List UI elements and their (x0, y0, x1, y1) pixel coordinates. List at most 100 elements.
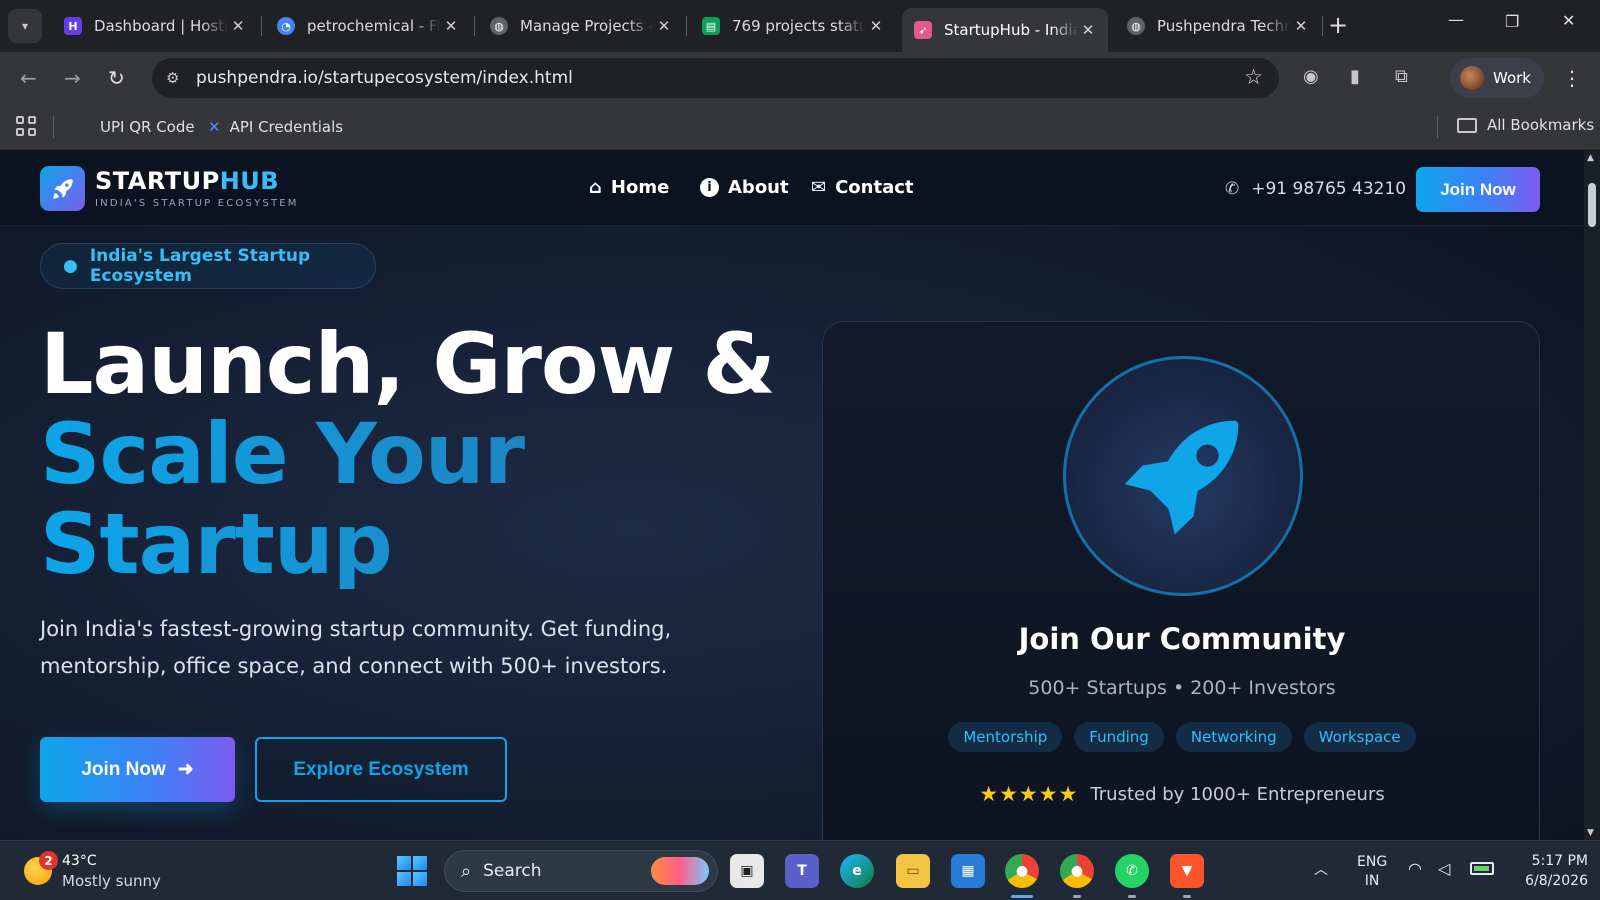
rocket-icon (1063, 356, 1303, 596)
window-close-icon[interactable]: ✕ (1562, 11, 1575, 30)
explore-ecosystem-button[interactable]: Explore Ecosystem (255, 737, 507, 802)
tab-projects-status[interactable]: ▤ 769 projects status ✕ (690, 8, 896, 44)
tab-title: petrochemical - Files (307, 17, 441, 35)
weather-widget[interactable]: 2 43°C Mostly sunny (24, 851, 161, 891)
wifi-icon[interactable]: ◠ (1408, 859, 1422, 878)
address-bar[interactable]: ⚙ pushpendra.io/startupecosystem/index.h… (152, 58, 1279, 98)
reload-icon[interactable]: ↻ (108, 66, 125, 90)
nav-contact[interactable]: ✉ Contact (811, 177, 914, 198)
envelope-icon: ✉ (811, 177, 827, 198)
volume-icon[interactable]: ◁ (1438, 859, 1450, 878)
chrome-icon[interactable]: ● (1060, 854, 1094, 898)
tab-manage-projects[interactable]: ◍ Manage Projects - ✕ (478, 8, 684, 44)
profile-button[interactable]: Work (1450, 58, 1544, 98)
community-card: Join Our Community 500+ Startups • 200+ … (822, 321, 1540, 840)
apps-grid-icon[interactable] (16, 116, 36, 136)
sheets-icon: ▤ (702, 17, 720, 35)
forward-arrow-icon[interactable]: → (64, 66, 81, 90)
join-now-header-button[interactable]: Join Now (1416, 167, 1540, 212)
windows-start-icon[interactable] (397, 856, 427, 886)
bookmark-upi-qr[interactable]: UPI QR Code (100, 118, 195, 136)
nav-about[interactable]: i About (700, 177, 789, 198)
new-tab-plus-icon[interactable]: + (1328, 10, 1348, 40)
edge-icon[interactable]: e (840, 854, 874, 888)
tag-networking: Networking (1175, 722, 1292, 752)
chrome-work-icon[interactable]: ● (1005, 854, 1039, 898)
back-arrow-icon[interactable]: ← (20, 66, 37, 90)
close-icon[interactable]: ✕ (228, 17, 248, 35)
close-icon[interactable]: ✕ (1078, 21, 1098, 39)
close-icon[interactable]: ✕ (1291, 17, 1311, 35)
phone-icon: ✆ (1225, 179, 1240, 199)
profile-label: Work (1493, 69, 1531, 87)
taskbar-search[interactable]: ⌕ Search (444, 850, 718, 892)
info-icon: i (700, 178, 719, 197)
tab-title: Manage Projects - (520, 17, 654, 35)
close-icon[interactable]: ✕ (866, 17, 886, 35)
hero-headline: Launch, Grow & Scale Your Startup (40, 315, 776, 593)
phone-number[interactable]: ✆ +91 98765 43210 (1225, 179, 1406, 199)
brand-name[interactable]: STARTUPHUB (95, 167, 279, 195)
star-rating-icon: ★★★★★ (979, 782, 1079, 806)
site-header: STARTUPHUB INDIA'S STARTUP ECOSYSTEM ⌂ H… (0, 151, 1584, 226)
tab-pushpendra[interactable]: ◍ Pushpendra Technologies ✕ (1115, 8, 1321, 44)
system-clock[interactable]: 5:17 PM 6/8/2026 (1508, 851, 1588, 891)
close-icon[interactable]: ✕ (441, 17, 461, 35)
battery-icon[interactable] (1470, 862, 1494, 875)
teams-icon[interactable]: T (785, 854, 819, 888)
drive-icon: ◔ (277, 17, 295, 35)
site-info-icon[interactable]: ⚙ (166, 69, 186, 87)
task-view-icon[interactable]: ▣ (730, 854, 764, 888)
tab-search-chevron-icon[interactable]: ▾ (8, 9, 42, 43)
all-bookmarks-button[interactable]: All Bookmarks (1457, 116, 1594, 134)
home-icon: ⌂ (589, 177, 602, 198)
tag-workspace: Workspace (1303, 722, 1416, 752)
close-icon[interactable]: ✕ (654, 17, 674, 35)
tag-funding: Funding (1074, 722, 1164, 752)
tab-startuphub[interactable]: ➶ StartupHub - India ✕ (902, 8, 1108, 52)
extension-doc-icon[interactable]: ▮ (1350, 66, 1360, 87)
language-indicator[interactable]: ENG IN (1357, 853, 1387, 891)
browser-tab-strip: ▾ H Dashboard | Hostinger ✕ ◔ petrochemi… (0, 0, 1600, 52)
page-viewport: STARTUPHUB INDIA'S STARTUP ECOSYSTEM ⌂ H… (0, 151, 1584, 840)
minimize-icon[interactable]: — (1448, 10, 1464, 29)
nav-home[interactable]: ⌂ Home (589, 177, 669, 198)
page-scrollbar[interactable]: ▲ ▼ (1584, 151, 1600, 840)
notification-badge: 2 (39, 851, 58, 870)
taskbar: 2 43°C Mostly sunny ⌕ Search ▣ T e ▭ ▦ ●… (0, 840, 1600, 900)
folder-icon (1457, 117, 1477, 133)
restore-icon[interactable]: ❐ (1505, 12, 1519, 31)
tab-title: 769 projects status (732, 17, 866, 35)
brave-icon[interactable]: ▼ (1170, 854, 1204, 898)
scrollbar-thumb[interactable] (1588, 183, 1596, 227)
whatsapp-icon[interactable]: ✆ (1115, 854, 1149, 898)
arrow-right-icon: ➜ (177, 759, 194, 780)
globe-icon: ◍ (1127, 17, 1145, 35)
tab-title: StartupHub - India (944, 21, 1078, 39)
screenshot-camera-icon[interactable]: ◉ (1303, 66, 1319, 87)
join-now-hero-button[interactable]: Join Now ➜ (40, 737, 235, 802)
scroll-up-icon[interactable]: ▲ (1587, 153, 1594, 163)
tab-hostinger[interactable]: H Dashboard | Hostinger ✕ (52, 8, 258, 44)
community-stats: 500+ Startups • 200+ Investors (1028, 677, 1336, 699)
url-text[interactable]: pushpendra.io/startupecosystem/index.htm… (196, 68, 573, 88)
search-icon: ⌕ (461, 860, 472, 882)
bookmark-api-credentials[interactable]: ✕ API Credentials (208, 118, 343, 136)
avatar (1460, 66, 1484, 90)
tab-title: Dashboard | Hostinger (94, 17, 228, 35)
browser-toolbar: ← → ↻ ⚙ pushpendra.io/startupecosystem/i… (0, 52, 1600, 104)
tag-mentorship: Mentorship (948, 722, 1063, 752)
tray-expand-chevron-icon[interactable]: ︿ (1314, 859, 1328, 879)
tab-petrochemical[interactable]: ◔ petrochemical - Files ✕ (265, 8, 471, 44)
extensions-puzzle-icon[interactable]: ⧉ (1395, 66, 1408, 87)
microsoft-store-icon[interactable]: ▦ (951, 854, 985, 888)
logo-rocket-icon[interactable] (40, 166, 85, 211)
globe-icon: ◍ (490, 17, 508, 35)
scroll-down-icon[interactable]: ▼ (1587, 828, 1594, 838)
hostinger-icon: H (64, 17, 82, 35)
more-menu-icon[interactable]: ⋮ (1562, 66, 1582, 90)
sun-icon: 2 (24, 851, 58, 885)
file-explorer-icon[interactable]: ▭ (896, 854, 930, 888)
tab-title: Pushpendra Technologies (1157, 17, 1291, 35)
bookmark-star-icon[interactable]: ☆ (1244, 65, 1263, 89)
